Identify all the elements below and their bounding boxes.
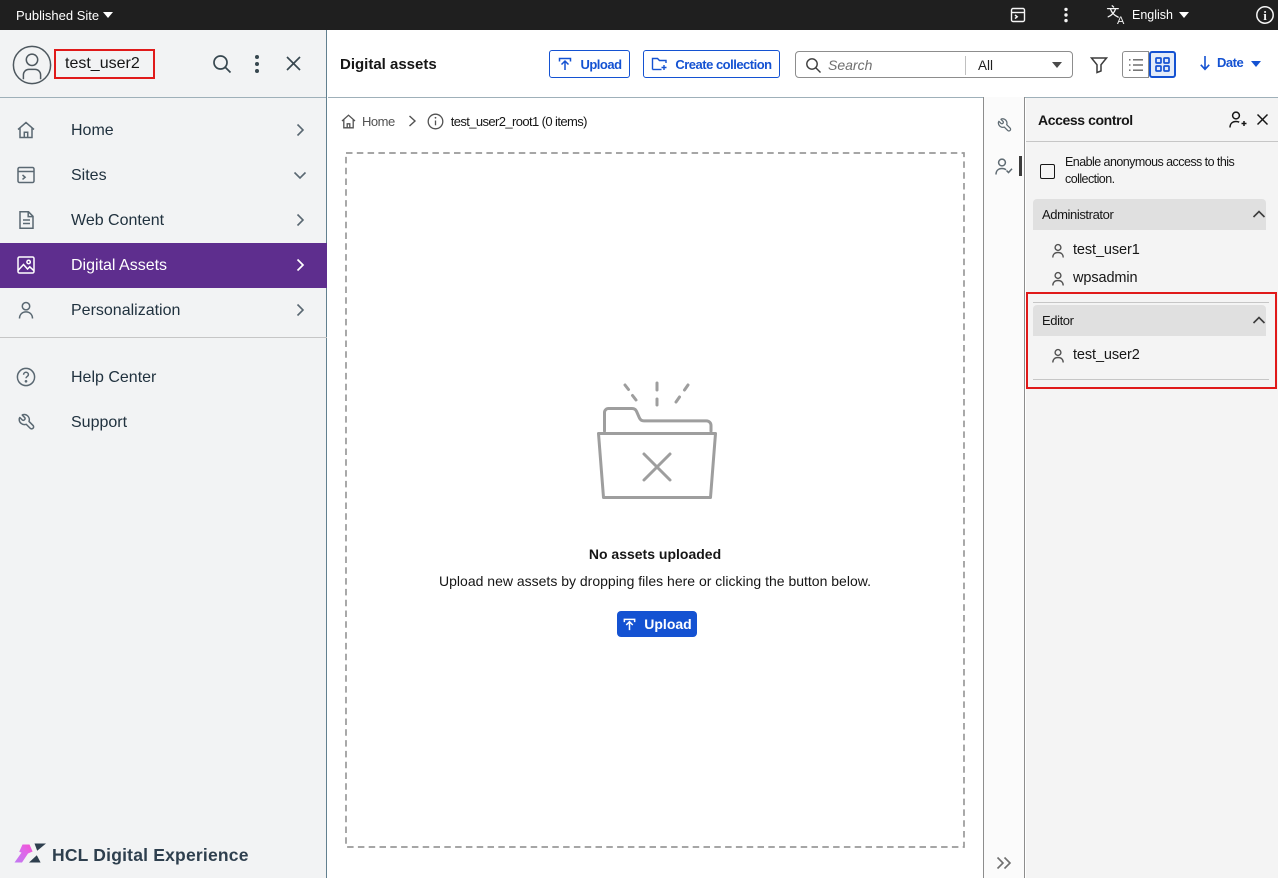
svg-text:A: A — [1117, 15, 1125, 25]
svg-text:i: i — [1263, 8, 1267, 23]
svg-text:HCL Digital Experience: HCL Digital Experience — [52, 845, 249, 865]
